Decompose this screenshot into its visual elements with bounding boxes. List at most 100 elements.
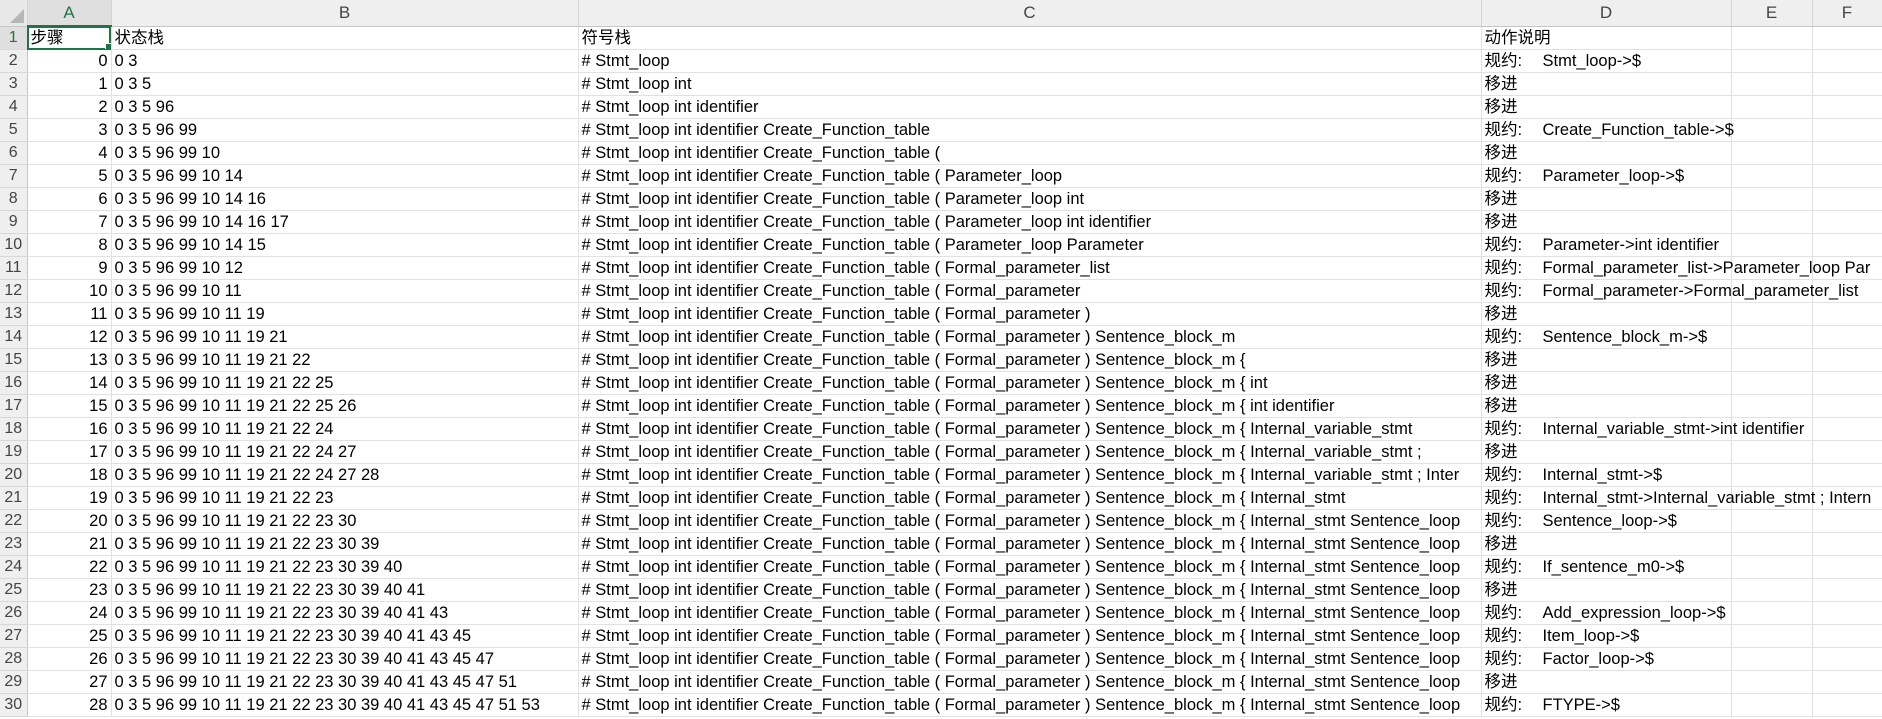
row-header[interactable]: 21	[0, 486, 28, 510]
cell-state-stack[interactable]: 0 3 5 96	[111, 95, 579, 119]
cell-action[interactable]: 移进	[1481, 440, 1732, 464]
row-header[interactable]: 26	[0, 601, 28, 625]
cell-e[interactable]	[1731, 440, 1813, 464]
cell-action[interactable]: 移进	[1481, 348, 1732, 372]
fill-handle[interactable]	[104, 43, 110, 49]
cell-step[interactable]: 16	[27, 417, 112, 441]
cell-e[interactable]	[1731, 394, 1813, 418]
cell-step[interactable]: 25	[27, 624, 112, 648]
cell-f[interactable]	[1812, 670, 1882, 694]
cell-symbol-stack[interactable]: # Stmt_loop	[578, 49, 1482, 73]
cell-symbol-stack[interactable]: # Stmt_loop int identifier Create_Functi…	[578, 187, 1482, 211]
cell-f[interactable]	[1812, 118, 1882, 142]
cell-step[interactable]: 23	[27, 578, 112, 602]
cell-symbol-stack[interactable]: # Stmt_loop int identifier Create_Functi…	[578, 256, 1482, 280]
cell-e[interactable]	[1731, 509, 1813, 533]
cell-d1[interactable]: 动作说明	[1481, 26, 1732, 50]
cell-state-stack[interactable]: 0 3	[111, 49, 579, 73]
cell-symbol-stack[interactable]: # Stmt_loop int identifier Create_Functi…	[578, 141, 1482, 165]
cell-e[interactable]	[1731, 670, 1813, 694]
cell-state-stack[interactable]: 0 3 5 96 99 10 14 16	[111, 187, 579, 211]
cell-f[interactable]	[1812, 463, 1882, 487]
cell-action[interactable]: 规约: Internal_stmt->Internal_variable_stmt…	[1481, 486, 1871, 510]
cell-symbol-stack[interactable]: # Stmt_loop int	[578, 72, 1482, 96]
cell-symbol-stack[interactable]: # Stmt_loop int identifier Create_Functi…	[578, 509, 1482, 533]
cell-e[interactable]	[1731, 371, 1813, 395]
cell-e[interactable]	[1731, 118, 1813, 142]
cell-f[interactable]	[1812, 210, 1882, 234]
cell-e[interactable]	[1731, 187, 1813, 211]
cell-state-stack[interactable]: 0 3 5 96 99 10 11 19 21 22 23 30 39 40 4…	[111, 601, 579, 625]
cell-state-stack[interactable]: 0 3 5 96 99 10 11 19 21 22 24	[111, 417, 579, 441]
cell-step[interactable]: 27	[27, 670, 112, 694]
row-header[interactable]: 13	[0, 302, 28, 326]
cell-f[interactable]	[1812, 141, 1882, 165]
cell-e[interactable]	[1731, 532, 1813, 556]
cell-symbol-stack[interactable]: # Stmt_loop int identifier Create_Functi…	[578, 279, 1482, 303]
row-header[interactable]: 29	[0, 670, 28, 694]
cell-step[interactable]: 19	[27, 486, 112, 510]
cell-f[interactable]	[1812, 532, 1882, 556]
column-header-b[interactable]: B	[111, 0, 579, 27]
cell-f[interactable]	[1812, 647, 1882, 671]
cell-step[interactable]: 24	[27, 601, 112, 625]
row-header[interactable]: 14	[0, 325, 28, 349]
cell-e[interactable]	[1731, 325, 1813, 349]
row-header[interactable]: 19	[0, 440, 28, 464]
cell-e[interactable]	[1731, 693, 1813, 717]
cell-action[interactable]: 移进	[1481, 95, 1732, 119]
cell-action[interactable]: 规约: Formal_parameter_list->Parameter_loop…	[1481, 256, 1870, 280]
cell-step[interactable]: 8	[27, 233, 112, 257]
cell-e[interactable]	[1731, 72, 1813, 96]
cell-symbol-stack[interactable]: # Stmt_loop int identifier Create_Functi…	[578, 440, 1482, 464]
cell-e[interactable]	[1731, 555, 1813, 579]
cell-symbol-stack[interactable]: # Stmt_loop int identifier Create_Functi…	[578, 164, 1482, 188]
cell-f[interactable]	[1812, 624, 1882, 648]
cell-symbol-stack[interactable]: # Stmt_loop int identifier Create_Functi…	[578, 348, 1482, 372]
row-header[interactable]: 18	[0, 417, 28, 441]
cell-step[interactable]: 0	[27, 49, 112, 73]
cell-step[interactable]: 13	[27, 348, 112, 372]
cell-f[interactable]	[1812, 233, 1882, 257]
cell-e[interactable]	[1731, 95, 1813, 119]
cell-action[interactable]: 规约: If_sentence_m0->$	[1481, 555, 1732, 579]
cell-symbol-stack[interactable]: # Stmt_loop int identifier Create_Functi…	[578, 647, 1482, 671]
cell-b1[interactable]: 状态栈	[111, 26, 579, 50]
column-header-c[interactable]: C	[578, 0, 1482, 27]
cell-f[interactable]	[1812, 394, 1882, 418]
cell-step[interactable]: 20	[27, 509, 112, 533]
row-header[interactable]: 30	[0, 693, 28, 717]
cell-f[interactable]	[1812, 440, 1882, 464]
cell-step[interactable]: 4	[27, 141, 112, 165]
cell-state-stack[interactable]: 0 3 5 96 99 10 11 19 21 22 23 30 39 40 4…	[111, 647, 579, 671]
column-header-e[interactable]: E	[1731, 0, 1813, 27]
cell-action[interactable]: 规约: Formal_parameter->Formal_parameter_li…	[1481, 279, 1858, 303]
select-all-corner[interactable]	[0, 0, 28, 27]
cell-e[interactable]	[1731, 164, 1813, 188]
cell-step[interactable]: 26	[27, 647, 112, 671]
column-header-f[interactable]: F	[1812, 0, 1882, 27]
cell-state-stack[interactable]: 0 3 5 96 99 10 11 19 21 22 24 27 28	[111, 463, 579, 487]
cell-symbol-stack[interactable]: # Stmt_loop int identifier Create_Functi…	[578, 578, 1482, 602]
cell-e[interactable]	[1731, 348, 1813, 372]
cell-action[interactable]: 规约: Item_loop->$	[1481, 624, 1732, 648]
row-header[interactable]: 8	[0, 187, 28, 211]
column-header-d[interactable]: D	[1481, 0, 1732, 27]
cell-action[interactable]: 规约: Parameter->int identifier	[1481, 233, 1732, 257]
cell-step[interactable]: 1	[27, 72, 112, 96]
cell-c1[interactable]: 符号栈	[578, 26, 1482, 50]
cell-state-stack[interactable]: 0 3 5 96 99 10 14 16 17	[111, 210, 579, 234]
cell-action[interactable]: 规约: FTYPE->$	[1481, 693, 1732, 717]
cell-step[interactable]: 7	[27, 210, 112, 234]
row-header[interactable]: 4	[0, 95, 28, 119]
cell-action[interactable]: 规约: Internal_variable_stmt->int identifie…	[1481, 417, 1804, 441]
row-header[interactable]: 23	[0, 532, 28, 556]
cell-symbol-stack[interactable]: # Stmt_loop int identifier Create_Functi…	[578, 417, 1482, 441]
cell-step[interactable]: 3	[27, 118, 112, 142]
cell-symbol-stack[interactable]: # Stmt_loop int identifier Create_Functi…	[578, 302, 1482, 326]
cell-action[interactable]: 移进	[1481, 210, 1732, 234]
cell-f[interactable]	[1812, 187, 1882, 211]
cell-state-stack[interactable]: 0 3 5 96 99 10 11 19 21 22 23 30 39 40	[111, 555, 579, 579]
cell-step[interactable]: 21	[27, 532, 112, 556]
cell-action[interactable]: 规约: Parameter_loop->$	[1481, 164, 1732, 188]
